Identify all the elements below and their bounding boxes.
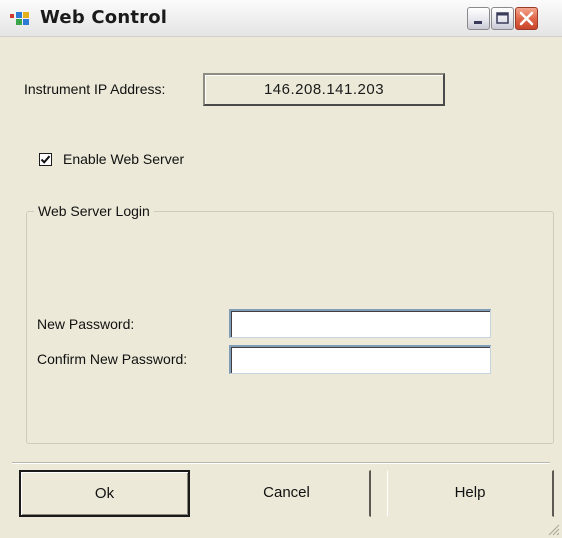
maximize-icon [496, 12, 509, 24]
resize-grip-icon[interactable] [546, 522, 560, 536]
confirm-password-field[interactable] [229, 345, 491, 374]
new-password-field[interactable] [229, 309, 491, 338]
ip-address-label: Instrument IP Address: [24, 81, 166, 97]
title-bar[interactable]: Web Control [0, 0, 562, 37]
minimize-icon [474, 21, 482, 24]
new-password-label: New Password: [37, 316, 135, 332]
button-separator [12, 462, 550, 464]
confirm-password-label: Confirm New Password: [37, 351, 188, 367]
enable-web-server-checkbox[interactable] [39, 153, 52, 166]
close-icon [519, 11, 534, 26]
close-button[interactable] [515, 7, 538, 30]
maximize-button[interactable] [491, 7, 514, 30]
web-control-dialog: Web Control Instrument IP Address: 146.2… [0, 0, 562, 538]
ip-address-display: 146.208.141.203 [203, 73, 445, 106]
cancel-button[interactable]: Cancel [203, 470, 371, 517]
window-title: Web Control [40, 7, 168, 28]
minimize-button[interactable] [467, 7, 490, 30]
checkmark-icon [40, 155, 51, 164]
enable-web-server-label[interactable]: Enable Web Server [63, 151, 184, 167]
app-icon [10, 11, 30, 27]
ok-button[interactable]: Ok [19, 470, 190, 517]
web-server-login-title: Web Server Login [34, 203, 154, 219]
help-button[interactable]: Help [387, 470, 554, 517]
